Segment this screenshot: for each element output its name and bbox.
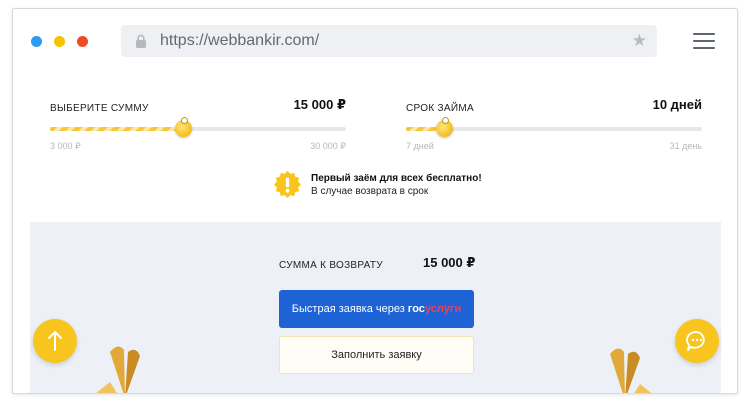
promo-title: Первый заём для всех бесплатно!: [311, 173, 482, 184]
promo-subtitle: В случае возврата в срок: [311, 186, 429, 197]
fill-form-label: Заполнить заявку: [331, 349, 422, 361]
term-slider-thumb[interactable]: [436, 117, 454, 137]
repayment-panel: СУММА К ВОЗВРАТУ 15 000 ₽ Быстрая заявка…: [30, 222, 721, 393]
term-value: 10 дней: [652, 97, 702, 112]
window-dot-red[interactable]: [77, 36, 88, 47]
fill-form-button[interactable]: Заполнить заявку: [279, 336, 474, 374]
term-label: СРОК ЗАЙМА: [406, 103, 474, 114]
lock-icon: [136, 34, 146, 48]
gift-ribbon-left-icon: [96, 346, 140, 393]
repayment-label: СУММА К ВОЗВРАТУ: [279, 260, 383, 271]
amount-slider-fill: [50, 127, 184, 131]
menu-icon[interactable]: [693, 33, 715, 49]
amount-value: 15 000 ₽: [293, 97, 346, 112]
gift-ribbon-right-icon: [610, 348, 652, 393]
term-slider-block: СРОК ЗАЙМА 10 дней 7 дней 31 день: [406, 97, 702, 157]
gosuslugi-logo-uslugi: услуги: [424, 303, 462, 315]
amount-min-label: 3 000 ₽: [50, 141, 81, 151]
scroll-up-button[interactable]: [33, 319, 77, 363]
gosuslugi-apply-button[interactable]: Быстрая заявка через гос услуги: [279, 290, 474, 328]
gosuslugi-logo-gos: гос: [407, 303, 425, 315]
address-bar[interactable]: https://webbankir.com/ ★: [121, 25, 657, 57]
term-max-label: 31 день: [669, 141, 702, 151]
amount-label: ВЫБЕРИТЕ СУММУ: [50, 103, 149, 114]
chat-bubble-icon: [686, 331, 705, 351]
gosuslugi-button-label: Быстрая заявка через: [291, 303, 405, 315]
browser-toolbar: https://webbankir.com/ ★: [13, 9, 737, 69]
term-slider-track[interactable]: [406, 117, 702, 137]
window-dot-yellow[interactable]: [54, 36, 65, 47]
exclamation-badge-icon: [274, 171, 301, 198]
bookmark-star-icon[interactable]: ★: [632, 31, 647, 51]
window-dot-blue[interactable]: [31, 36, 42, 47]
amount-max-label: 30 000 ₽: [310, 141, 346, 151]
chat-button[interactable]: [675, 319, 719, 363]
promo-note: Первый заём для всех бесплатно! В случае…: [274, 171, 504, 201]
repayment-value: 15 000 ₽: [423, 255, 476, 270]
term-min-label: 7 дней: [406, 141, 434, 151]
amount-slider-block: ВЫБЕРИТЕ СУММУ 15 000 ₽ 3 000 ₽ 30 000 ₽: [50, 97, 346, 157]
amount-slider-thumb[interactable]: [175, 117, 193, 137]
amount-slider-track[interactable]: [50, 117, 346, 137]
browser-window: https://webbankir.com/ ★ ВЫБЕРИТЕ СУММУ …: [12, 8, 738, 394]
arrow-up-icon: [48, 331, 62, 351]
url-text[interactable]: https://webbankir.com/: [160, 32, 319, 50]
